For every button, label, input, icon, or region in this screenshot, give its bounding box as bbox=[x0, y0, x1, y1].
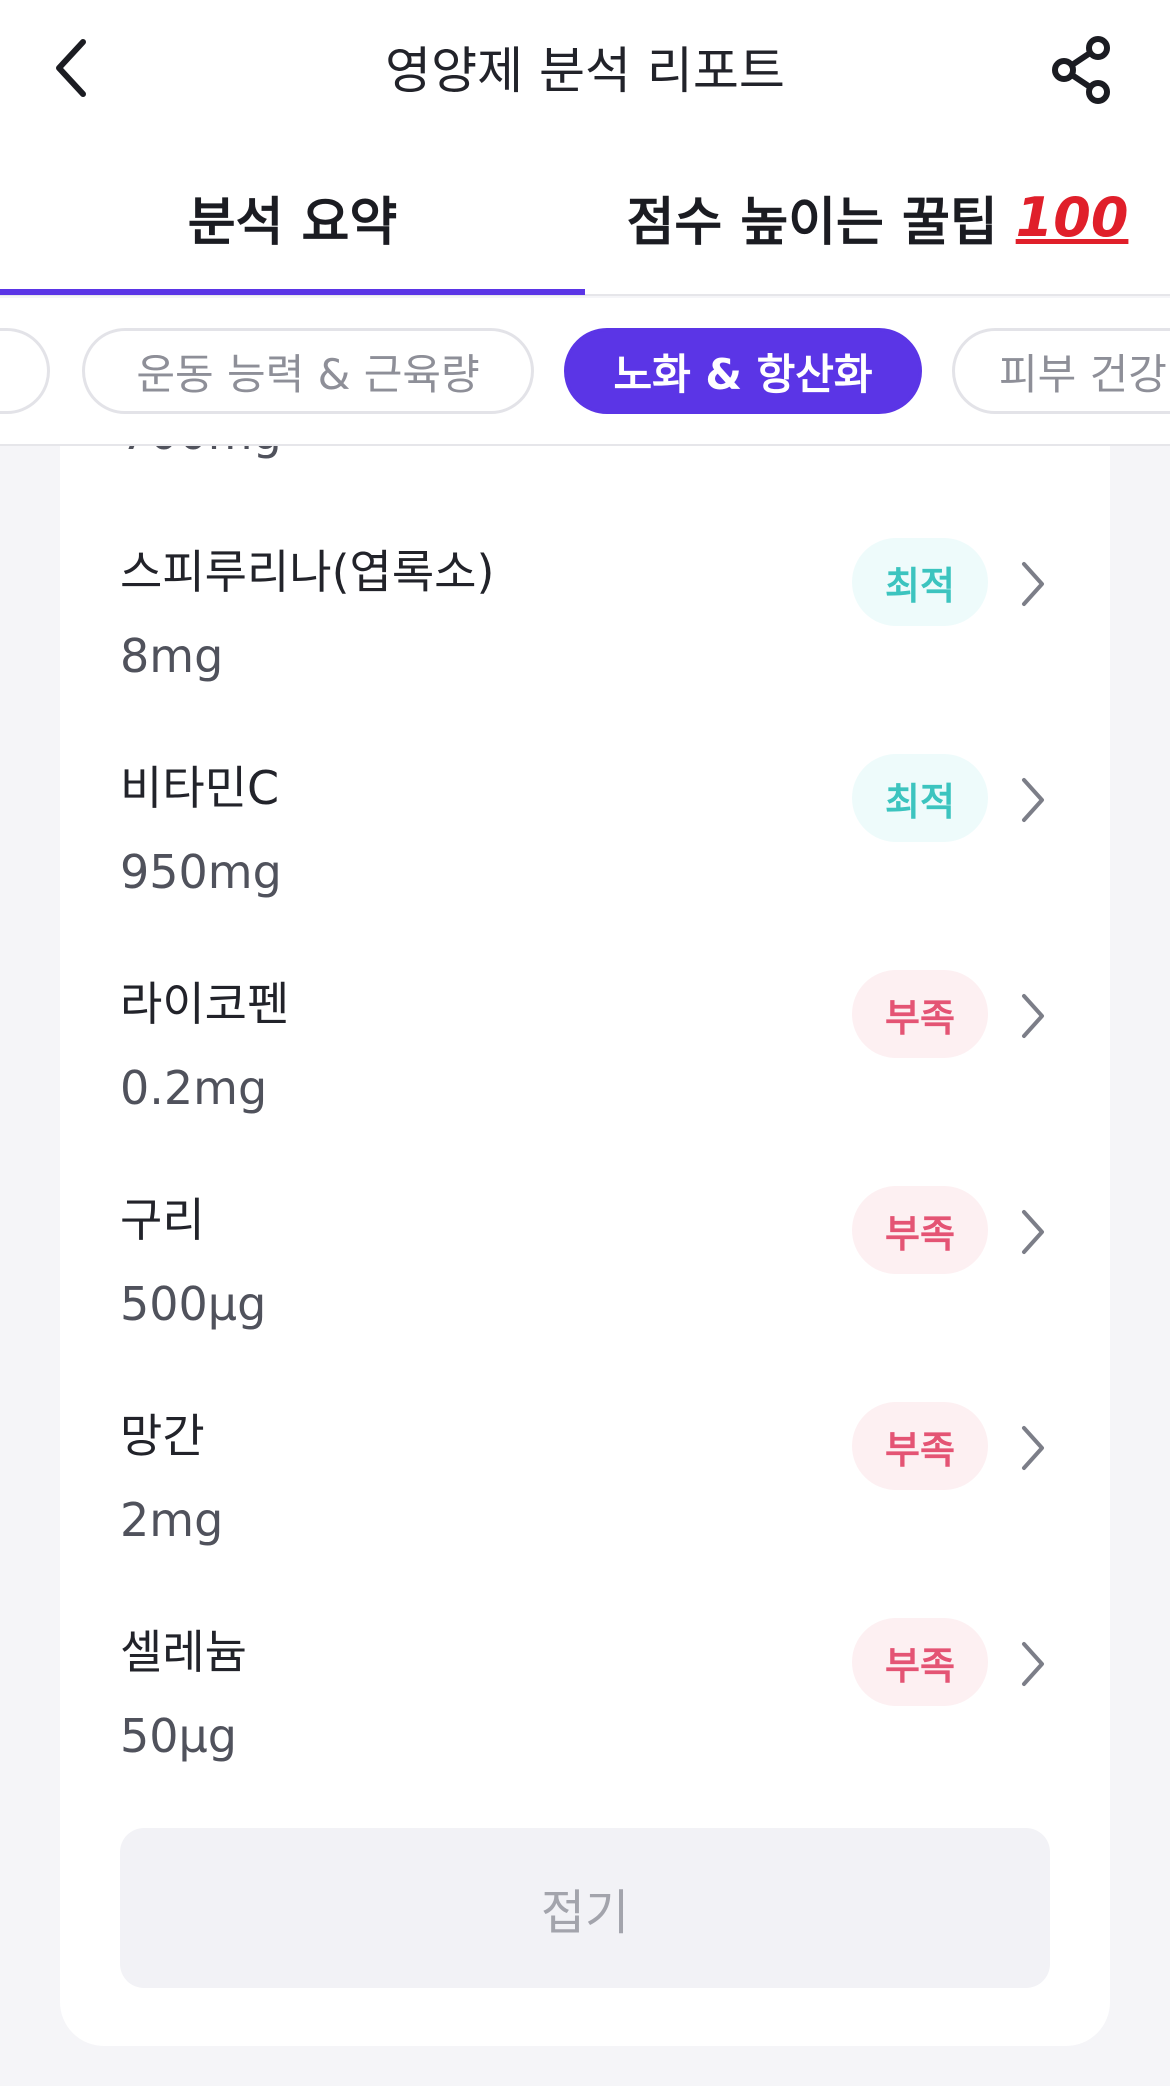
top-bar: 영양제 분석 리포트 bbox=[0, 0, 1170, 140]
nutrient-name: 망간 bbox=[120, 1409, 205, 1463]
chevron-right-icon[interactable] bbox=[1008, 554, 1058, 614]
list-item[interactable]: 스피루리나(엽록소) 8mg 최적 bbox=[60, 538, 1110, 756]
nutrient-name: 셀레늄 bbox=[120, 1625, 247, 1679]
chevron-right-icon[interactable] bbox=[1008, 770, 1058, 830]
chip-aging[interactable]: 노화 & 항산화 bbox=[564, 328, 922, 414]
fold-button-label: 접기 bbox=[540, 1885, 630, 1941]
list-item[interactable]: 라이코펜 0.2mg 부족 bbox=[60, 970, 1110, 1188]
chip-exercise-label: 운동 능력 & 근육량 bbox=[136, 349, 480, 399]
fold-button[interactable]: 접기 bbox=[120, 1828, 1050, 1988]
status-badge: 부족 bbox=[852, 1402, 988, 1490]
tab-tips[interactable]: 점수 높이는 꿀팁 100 bbox=[585, 140, 1170, 294]
status-badge: 최적 bbox=[852, 538, 988, 626]
share-icon bbox=[1052, 36, 1110, 104]
status-badge: 부족 bbox=[852, 1186, 988, 1274]
nutrient-amount: 950mg bbox=[120, 845, 282, 899]
tab-summary[interactable]: 분석 요약 bbox=[0, 140, 585, 294]
cut-off-amount: 700mg bbox=[120, 446, 282, 460]
nutrient-name: 스피루리나(엽록소) bbox=[120, 545, 495, 599]
chip-skin[interactable]: 피부 건강 bbox=[952, 328, 1170, 414]
tab-tips-label: 점수 높이는 꿀팁 bbox=[626, 192, 998, 253]
chevron-right-icon[interactable] bbox=[1008, 1202, 1058, 1262]
list-item[interactable]: 비타민C 950mg 최적 bbox=[60, 754, 1110, 972]
page-title: 영양제 분석 리포트 bbox=[385, 42, 785, 100]
status-badge: 최적 bbox=[852, 754, 988, 842]
nutrient-amount: 2mg bbox=[120, 1493, 224, 1547]
nutrient-amount: 500μg bbox=[120, 1277, 267, 1331]
list-item[interactable]: 망간 2mg 부족 bbox=[60, 1402, 1110, 1620]
list-item[interactable]: 구리 500μg 부족 bbox=[60, 1186, 1110, 1404]
nutrient-name: 라이코펜 bbox=[120, 977, 290, 1031]
nutrient-amount: 8mg bbox=[120, 629, 224, 683]
active-tab-indicator bbox=[0, 289, 585, 295]
nutrient-amount: 0.2mg bbox=[120, 1061, 268, 1115]
chevron-right-icon[interactable] bbox=[1008, 1418, 1058, 1478]
share-button[interactable] bbox=[1042, 30, 1122, 110]
chip-exercise[interactable]: 운동 능력 & 근육량 bbox=[82, 328, 534, 414]
hundred-points-icon: 100 bbox=[1015, 185, 1129, 249]
chevron-right-icon[interactable] bbox=[1008, 1634, 1058, 1694]
nutrient-name: 구리 bbox=[120, 1193, 205, 1247]
list-item[interactable]: 셀레늄 50μg 부족 bbox=[60, 1618, 1110, 1836]
chevron-right-icon[interactable] bbox=[1008, 986, 1058, 1046]
nutrient-name: 비타민C bbox=[120, 761, 280, 815]
chip-previous[interactable] bbox=[0, 328, 50, 414]
tab-bar: 분석 요약 점수 높이는 꿀팁 100 bbox=[0, 140, 1170, 296]
chip-aging-label: 노화 & 항산화 bbox=[613, 349, 873, 399]
category-chips: 운동 능력 & 근육량 노화 & 항산화 피부 건강 bbox=[0, 298, 1170, 446]
nutrient-card: 700mg 스피루리나(엽록소) 8mg 최적 비타민C 950mg 최적 라이… bbox=[60, 446, 1110, 2046]
chip-skin-label: 피부 건강 bbox=[999, 349, 1167, 399]
tab-summary-label: 분석 요약 bbox=[187, 192, 398, 253]
status-badge: 부족 bbox=[852, 1618, 988, 1706]
status-badge: 부족 bbox=[852, 970, 988, 1058]
nutrient-amount: 50μg bbox=[120, 1709, 237, 1763]
